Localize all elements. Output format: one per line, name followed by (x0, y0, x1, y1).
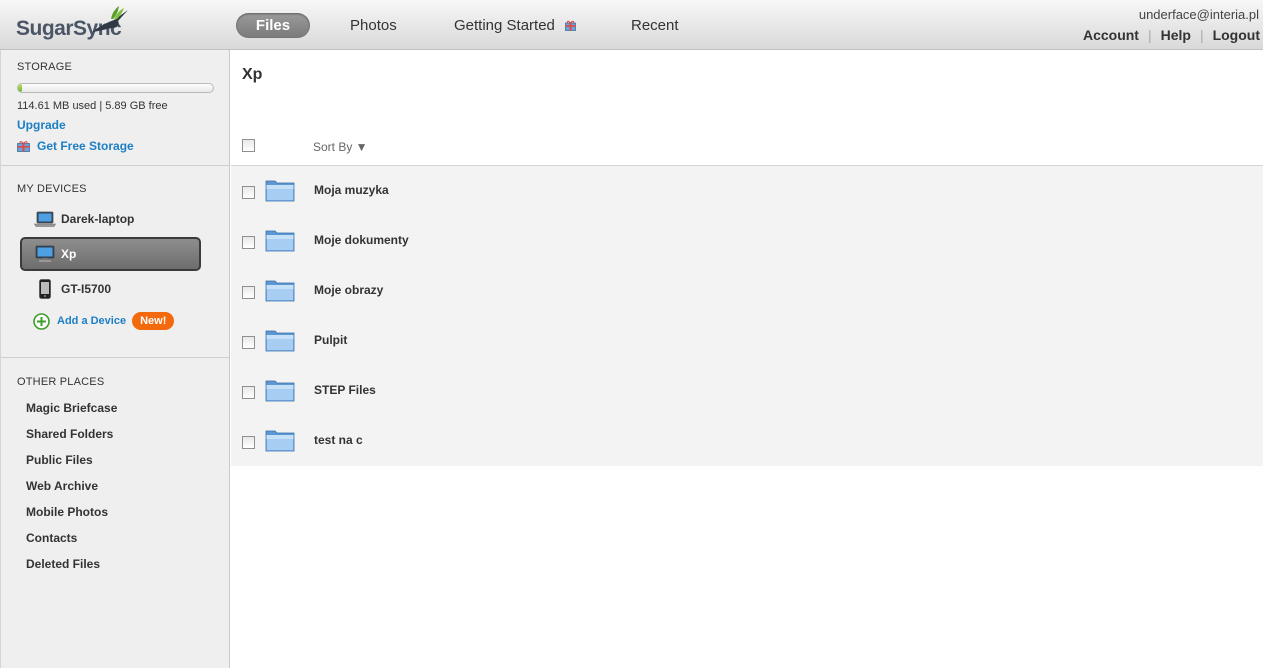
list-item[interactable]: STEP Files (231, 366, 1263, 416)
divider: | (1199, 27, 1204, 43)
laptop-icon (32, 211, 58, 227)
folder-icon (265, 428, 295, 457)
sugarsync-logo[interactable]: SugarSync (14, 6, 134, 42)
folder-icon (265, 278, 295, 307)
select-all-checkbox[interactable] (242, 139, 255, 152)
place-shared-folders[interactable]: Shared Folders (26, 427, 113, 441)
gift-icon (17, 141, 30, 152)
folder-icon (265, 328, 295, 357)
device-xp[interactable]: Xp (20, 237, 201, 271)
phone-icon (32, 279, 58, 299)
place-public-files[interactable]: Public Files (26, 453, 93, 467)
row-checkbox[interactable] (242, 386, 255, 399)
folder-icon (265, 378, 295, 407)
file-name: Moje obrazy (314, 283, 384, 297)
new-badge: New! (132, 312, 175, 330)
device-gt-i5700[interactable]: GT-I5700 (20, 272, 201, 306)
file-name: test na c (314, 433, 363, 447)
storage-bar (17, 83, 214, 93)
tab-recent[interactable]: Recent (631, 13, 679, 38)
device-label: GT-I5700 (61, 282, 112, 296)
help-link[interactable]: Help (1161, 27, 1191, 43)
folder-icon (265, 178, 295, 207)
place-mobile-photos[interactable]: Mobile Photos (26, 505, 108, 519)
folder-icon (265, 228, 295, 257)
tab-files[interactable]: Files (236, 13, 310, 38)
account-link[interactable]: Account (1083, 27, 1139, 43)
page-title: Xp (242, 66, 263, 83)
upgrade-link[interactable]: Upgrade (17, 118, 66, 132)
account-links: Account | Help | Logout (1083, 27, 1260, 43)
tab-photos[interactable]: Photos (350, 13, 397, 38)
divider: | (1147, 27, 1152, 43)
list-item[interactable]: Moje obrazy (231, 266, 1263, 316)
tab-getting-started[interactable]: Getting Started (454, 13, 576, 38)
logout-link[interactable]: Logout (1213, 27, 1260, 43)
row-checkbox[interactable] (242, 436, 255, 449)
get-free-storage-link[interactable]: Get Free Storage (17, 139, 134, 153)
list-item[interactable]: Moje dokumenty (231, 216, 1263, 266)
device-label: Xp (61, 247, 77, 261)
plus-circle-icon (33, 312, 50, 330)
row-checkbox[interactable] (242, 286, 255, 299)
row-checkbox[interactable] (242, 186, 255, 199)
sidebar: STORAGE 114.61 MB used | 5.89 GB free Up… (0, 50, 230, 668)
monitor-icon (32, 245, 58, 263)
storage-title: STORAGE (17, 61, 72, 73)
sort-by-dropdown[interactable]: Sort By ▼ (313, 140, 368, 154)
place-web-archive[interactable]: Web Archive (26, 479, 98, 493)
my-devices-title: MY DEVICES (17, 183, 87, 195)
hummingbird-icon (92, 6, 128, 32)
storage-bar-fill (18, 84, 22, 92)
device-label: Darek-laptop (61, 212, 135, 226)
place-magic-briefcase[interactable]: Magic Briefcase (26, 401, 117, 415)
list-item[interactable]: Pulpit (231, 316, 1263, 366)
list-item[interactable]: test na c (231, 416, 1263, 466)
file-name: STEP Files (314, 383, 376, 397)
file-list: Moja muzyka Moje dokumenty Moje obrazy Pulp… (231, 166, 1263, 466)
row-checkbox[interactable] (242, 336, 255, 349)
list-header: Sort By ▼ (231, 133, 1263, 166)
add-device-label: Add a Device (57, 315, 127, 327)
gift-icon (565, 20, 576, 31)
get-free-storage-label: Get Free Storage (37, 139, 134, 153)
user-email: underface@interia.pl (1138, 7, 1259, 22)
top-header: SugarSync Files Photos Getting Started R… (0, 0, 1263, 50)
divider (1, 165, 230, 166)
place-contacts[interactable]: Contacts (26, 531, 77, 545)
place-deleted-files[interactable]: Deleted Files (26, 557, 100, 571)
list-item[interactable]: Moja muzyka (231, 166, 1263, 216)
divider (1, 357, 230, 358)
file-name: Moja muzyka (314, 183, 389, 197)
storage-usage-text: 114.61 MB used | 5.89 GB free (17, 100, 168, 112)
other-places-title: OTHER PLACES (17, 376, 105, 388)
file-name: Pulpit (314, 333, 348, 347)
add-device-button[interactable]: Add a Device New! (33, 312, 175, 330)
tab-getting-started-label: Getting Started (454, 17, 555, 34)
file-name: Moje dokumenty (314, 233, 409, 247)
device-darek-laptop[interactable]: Darek-laptop (20, 202, 201, 236)
row-checkbox[interactable] (242, 236, 255, 249)
main-content: Xp Sort By ▼ Moja muzyka Moje dokumenty Mo… (231, 50, 1263, 668)
